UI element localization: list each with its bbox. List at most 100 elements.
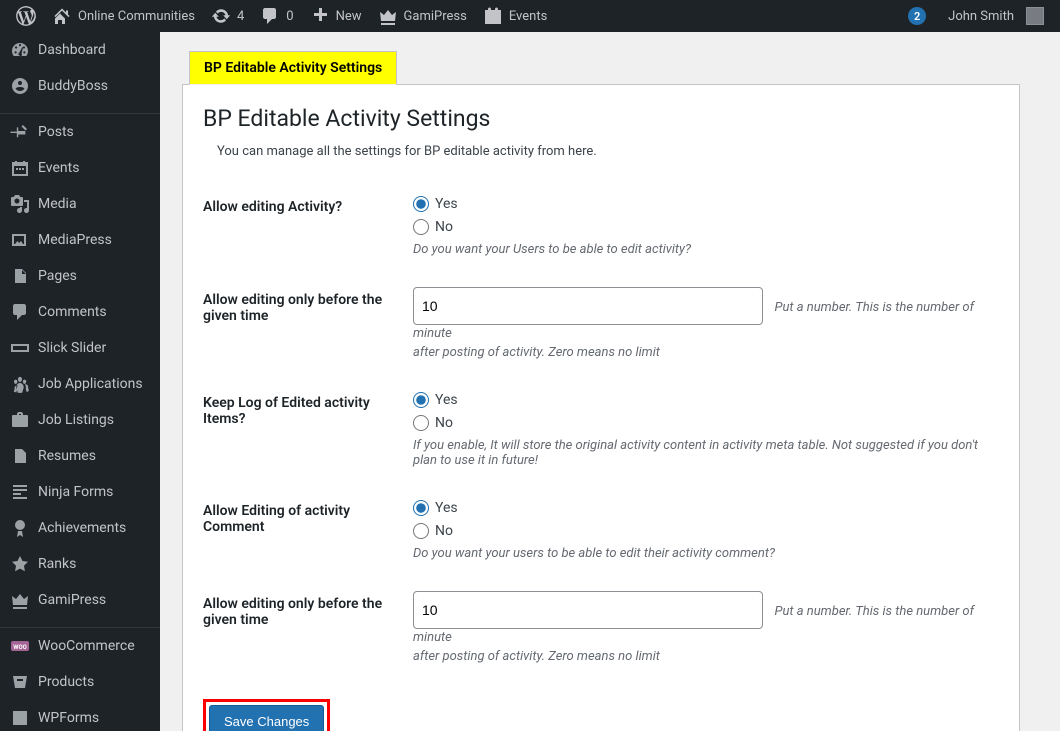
radio-keep-log-yes[interactable]	[413, 392, 429, 408]
sidebar-label: WooCommerce	[38, 638, 135, 654]
sidebar-item-comments[interactable]: Comments	[0, 294, 160, 330]
sidebar-item-ninja-forms[interactable]: Ninja Forms	[0, 474, 160, 510]
gallery-icon	[10, 230, 30, 250]
radio-option[interactable]: Yes	[413, 498, 989, 519]
submit-highlight: Save Changes	[203, 699, 330, 731]
briefcase-icon	[10, 410, 30, 430]
sidebar-label: Posts	[38, 124, 74, 140]
updates-count: 4	[237, 9, 244, 24]
radio-option[interactable]: No	[413, 413, 989, 434]
sidebar-item-buddyboss[interactable]: BuddyBoss	[0, 68, 160, 104]
user-menu[interactable]: John Smith	[940, 0, 1052, 32]
radio-option[interactable]: Yes	[413, 194, 989, 215]
gamipress-menu[interactable]: GamiPress	[370, 0, 475, 32]
label-time2: Allow editing only before the given time	[203, 576, 403, 679]
radio-allow-edit-yes[interactable]	[413, 196, 429, 212]
calendar-icon	[10, 158, 30, 178]
sidebar-item-ranks[interactable]: Ranks	[0, 546, 160, 582]
sidebar-label: Events	[38, 160, 79, 176]
new-content-button[interactable]: New	[302, 0, 370, 32]
home-icon	[52, 6, 72, 26]
sidebar-item-job-applications[interactable]: Job Applications	[0, 366, 160, 402]
main-content: BP Editable Activity Settings BP Editabl…	[160, 0, 1060, 731]
row-allow-comment-edit: Allow Editing of activity Comment Yes No…	[203, 483, 999, 576]
radio-option[interactable]: Yes	[413, 390, 989, 411]
radio-comment-edit-no[interactable]	[413, 523, 429, 539]
radio-allow-edit-no[interactable]	[413, 219, 429, 235]
sidebar-item-mediapress[interactable]: MediaPress	[0, 222, 160, 258]
sidebar-item-job-listings[interactable]: Job Listings	[0, 402, 160, 438]
sidebar-label: Job Listings	[38, 412, 114, 428]
desc-time2: after posting of activity. Zero means no…	[413, 649, 989, 664]
comments-icon	[10, 302, 30, 322]
sidebar-item-posts[interactable]: Posts	[0, 114, 160, 150]
sidebar-item-resumes[interactable]: Resumes	[0, 438, 160, 474]
sidebar-item-wpforms[interactable]: WPForms	[0, 700, 160, 731]
sidebar-item-slick-slider[interactable]: Slick Slider	[0, 330, 160, 366]
sidebar-label: Pages	[38, 268, 77, 284]
save-button[interactable]: Save Changes	[209, 705, 324, 731]
buddyboss-icon	[10, 76, 30, 96]
calendar-icon	[483, 6, 503, 26]
row-keep-log: Keep Log of Edited activity Items? Yes N…	[203, 375, 999, 483]
row-time1: Allow editing only before the given time…	[203, 272, 999, 375]
plus-icon	[310, 6, 330, 26]
input-time2[interactable]	[413, 591, 763, 629]
events-menu[interactable]: Events	[475, 0, 555, 32]
sidebar-label: Resumes	[38, 448, 96, 464]
sidebar-label: Dashboard	[38, 42, 106, 58]
sidebar-label: BuddyBoss	[38, 78, 108, 94]
sidebar-item-products[interactable]: Products	[0, 664, 160, 700]
sidebar-item-woocommerce[interactable]: WOO WooCommerce	[0, 628, 160, 664]
comments-count: 0	[286, 9, 293, 24]
comments-button[interactable]: 0	[252, 0, 301, 32]
sidebar-item-dashboard[interactable]: Dashboard	[0, 32, 160, 68]
crown-icon	[378, 6, 398, 26]
settings-panel: BP Editable Activity Settings You can ma…	[182, 85, 1020, 731]
sidebar-label: Ninja Forms	[38, 484, 113, 500]
events-label: Events	[509, 9, 547, 24]
sidebar-label: GamiPress	[38, 592, 106, 608]
sidebar-item-events[interactable]: Events	[0, 150, 160, 186]
updates-button[interactable]: 4	[203, 0, 252, 32]
crown-icon	[10, 590, 30, 610]
products-icon	[10, 672, 30, 692]
radio-option[interactable]: No	[413, 217, 989, 238]
tab-settings[interactable]: BP Editable Activity Settings	[189, 51, 397, 85]
radio-keep-log-no[interactable]	[413, 415, 429, 431]
wp-logo[interactable]	[8, 0, 44, 32]
comments-icon	[260, 6, 280, 26]
new-label: New	[336, 9, 362, 24]
desc-allow-edit: Do you want your Users to be able to edi…	[413, 242, 989, 257]
input-time1[interactable]	[413, 287, 763, 325]
row-allow-edit: Allow editing Activity? Yes No Do you wa…	[203, 179, 999, 272]
sidebar-item-gamipress[interactable]: GamiPress	[0, 582, 160, 618]
nav-tabs: BP Editable Activity Settings	[182, 42, 1020, 85]
site-name[interactable]: Online Communities	[44, 0, 203, 32]
form-icon	[10, 482, 30, 502]
dashboard-icon	[10, 40, 30, 60]
form-table: Allow editing Activity? Yes No Do you wa…	[203, 179, 999, 679]
wpforms-icon	[10, 708, 30, 728]
sidebar-label: Media	[38, 196, 77, 212]
adminbar-left: Online Communities 4 0 New GamiPress Eve…	[8, 0, 555, 32]
gamipress-label: GamiPress	[404, 9, 467, 24]
notifications-button[interactable]: 2	[900, 0, 940, 32]
wrap: BP Editable Activity Settings BP Editabl…	[162, 42, 1040, 731]
page-intro: You can manage all the settings for BP e…	[217, 144, 999, 159]
label-comment-edit: Allow Editing of activity Comment	[203, 483, 403, 576]
refresh-icon	[211, 6, 231, 26]
avatar	[1026, 7, 1044, 25]
woo-icon: WOO	[10, 636, 30, 656]
radio-option[interactable]: No	[413, 521, 989, 542]
document-icon	[10, 446, 30, 466]
user-name: John Smith	[948, 9, 1014, 24]
label-keep-log: Keep Log of Edited activity Items?	[203, 375, 403, 483]
sidebar-label: MediaPress	[38, 232, 112, 248]
sidebar-item-media[interactable]: Media	[0, 186, 160, 222]
sidebar-item-achievements[interactable]: Achievements	[0, 510, 160, 546]
sidebar-item-pages[interactable]: Pages	[0, 258, 160, 294]
pages-icon	[10, 266, 30, 286]
svg-text:WOO: WOO	[13, 644, 27, 651]
radio-comment-edit-yes[interactable]	[413, 500, 429, 516]
